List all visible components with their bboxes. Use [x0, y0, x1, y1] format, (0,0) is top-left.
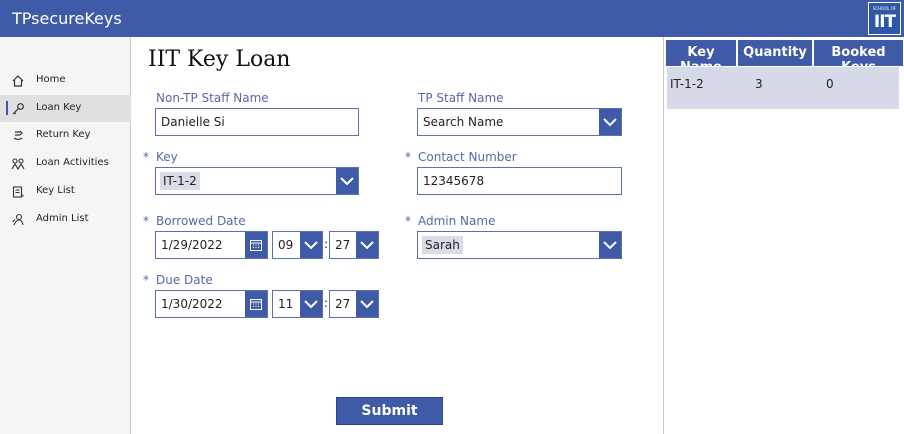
due-date-picker[interactable]: 1/30/2022: [155, 290, 268, 318]
keys-table: Key Name Quantity Booked Keys IT-1-2 3 0: [663, 37, 904, 434]
contact-number-input[interactable]: 12345678: [417, 167, 622, 195]
due-date-value: 1/30/2022: [161, 297, 223, 311]
chevron-down-icon[interactable]: [300, 232, 322, 258]
table-cell-key-name: IT-1-2: [670, 77, 704, 91]
top-bar: TPsecureKeys SCHOOL OF IIT: [0, 0, 904, 37]
borrowed-date-value: 1/29/2022: [161, 238, 223, 252]
table-cell-booked-keys: 0: [826, 77, 834, 91]
required-mark: *: [405, 214, 411, 228]
borrowed-hour-value: 09: [278, 238, 294, 252]
sidebar-item-label: Loan Activities: [36, 157, 109, 168]
required-mark: *: [143, 273, 149, 287]
sidebar-item-loan-activities[interactable]: Loan Activities: [0, 150, 131, 177]
due-minute-dropdown[interactable]: 27: [329, 290, 379, 318]
table-header[interactable]: Quantity: [738, 40, 812, 66]
sidebar-item-return-key[interactable]: Return Key: [0, 122, 131, 149]
activities-icon: [11, 157, 25, 171]
chevron-down-icon[interactable]: [356, 291, 378, 317]
nontp-staff-label: Non-TP Staff Name: [156, 91, 269, 105]
sidebar-item-label: Key List: [36, 185, 75, 196]
tp-staff-dropdown[interactable]: Search Name: [417, 108, 622, 136]
sidebar-item-home[interactable]: Home: [0, 67, 131, 94]
chevron-down-icon[interactable]: [599, 109, 621, 135]
table-cell-quantity: 3: [755, 77, 763, 91]
chevron-down-icon[interactable]: [336, 168, 358, 194]
admin-selected-value: Sarah: [422, 236, 463, 254]
borrowed-date-label: Borrowed Date: [156, 214, 246, 228]
table-header[interactable]: Key Name: [666, 40, 736, 75]
list-icon: [11, 185, 25, 199]
borrowed-date-picker[interactable]: 1/29/2022: [155, 231, 268, 259]
borrowed-minute-value: 27: [335, 238, 351, 252]
due-hour-dropdown[interactable]: 11: [272, 290, 323, 318]
home-icon: [11, 74, 25, 88]
app-title: TPsecureKeys: [12, 9, 122, 28]
sidebar-item-label: Loan Key: [36, 102, 82, 113]
submit-button[interactable]: Submit: [336, 397, 443, 425]
due-date-label: Due Date: [156, 273, 213, 287]
admin-name-dropdown[interactable]: Sarah: [417, 231, 622, 259]
sidebar-item-key-list[interactable]: Key List: [0, 178, 131, 205]
sidebar-item-loan-key[interactable]: Loan Key: [0, 95, 131, 122]
chevron-down-icon[interactable]: [300, 291, 322, 317]
key-dropdown[interactable]: IT-1-2: [155, 167, 359, 195]
required-mark: *: [143, 150, 149, 164]
key-icon: [11, 102, 25, 116]
loan-form: IIT Key Loan Non-TP Staff Name Danielle …: [132, 37, 663, 434]
table-header[interactable]: Booked Keys: [814, 40, 903, 75]
sidebar: Home Loan Key Return Key Loan Activities…: [0, 37, 131, 434]
time-separator: :: [324, 296, 329, 310]
due-minute-value: 27: [335, 297, 351, 311]
admin-name-label: Admin Name: [418, 214, 496, 228]
required-mark: *: [143, 214, 149, 228]
admin-icon: [11, 213, 25, 227]
required-mark: *: [405, 150, 411, 164]
table-row[interactable]: IT-1-2 3 0: [667, 67, 899, 109]
calendar-icon[interactable]: [245, 232, 267, 258]
sidebar-item-admin-list[interactable]: Admin List: [0, 206, 131, 233]
borrowed-minute-dropdown[interactable]: 27: [329, 231, 379, 259]
chevron-down-icon[interactable]: [356, 232, 378, 258]
sidebar-item-label: Admin List: [36, 213, 89, 224]
page-title: IIT Key Loan: [148, 47, 291, 72]
logo-text: IIT: [873, 12, 896, 32]
due-hour-value: 11: [278, 297, 294, 311]
key-label: Key: [156, 150, 178, 164]
sidebar-item-label: Return Key: [36, 129, 91, 140]
sidebar-item-label: Home: [36, 74, 66, 85]
tp-staff-placeholder: Search Name: [423, 115, 504, 129]
nontp-staff-input[interactable]: Danielle Si: [155, 108, 359, 136]
tp-staff-label: TP Staff Name: [418, 91, 504, 105]
chevron-down-icon[interactable]: [599, 232, 621, 258]
active-indicator: [6, 101, 8, 115]
calendar-icon[interactable]: [245, 291, 267, 317]
contact-number-label: Contact Number: [418, 150, 517, 164]
school-logo: SCHOOL OF IIT: [868, 2, 901, 35]
time-separator: :: [324, 237, 329, 251]
key-selected-value: IT-1-2: [160, 172, 200, 190]
logo-small-text: SCHOOL OF: [872, 6, 897, 11]
return-key-icon: [11, 129, 25, 143]
borrowed-hour-dropdown[interactable]: 09: [272, 231, 323, 259]
